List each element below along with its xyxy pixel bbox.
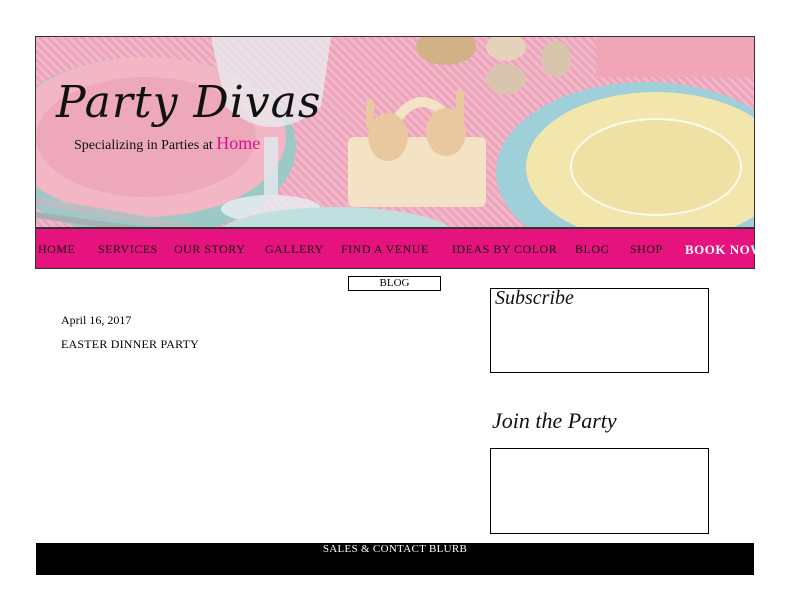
- book-now-button[interactable]: BOOK NOW: [685, 242, 764, 258]
- blog-section-label: BLOG: [348, 276, 441, 291]
- nav-ideas-by-color[interactable]: IDEAS BY COLOR: [452, 242, 557, 257]
- nav-services[interactable]: SERVICES: [98, 242, 158, 257]
- nav-home[interactable]: HOME: [38, 242, 75, 257]
- footer: SALES & CONTACT BLURB: [36, 543, 754, 575]
- main-navigation: HOME SERVICES OUR STORY GALLERY FIND A V…: [35, 228, 763, 269]
- subscribe-widget[interactable]: Subscribe: [490, 287, 709, 373]
- post-title-link[interactable]: EASTER DINNER PARTY: [61, 337, 199, 352]
- nav-gallery[interactable]: GALLERY: [265, 242, 324, 257]
- hero-banner: Party Divas Specializing in Parties at H…: [35, 36, 755, 228]
- post-date: April 16, 2017: [61, 313, 132, 327]
- join-party-title: Join the Party: [492, 408, 617, 433]
- nav-our-story[interactable]: OUR STORY: [174, 242, 245, 257]
- join-party-widget[interactable]: [490, 448, 709, 534]
- nav-blog[interactable]: BLOG: [575, 242, 610, 257]
- footer-blurb: SALES & CONTACT BLURB: [322, 543, 468, 555]
- site-logo-title[interactable]: Party Divas: [56, 77, 321, 128]
- nav-shop[interactable]: SHOP: [630, 242, 663, 257]
- tagline-highlight: Home: [216, 133, 261, 153]
- site-tagline: Specializing in Parties at Home: [74, 133, 260, 154]
- nav-find-a-venue[interactable]: FIND A VENUE: [341, 242, 429, 257]
- subscribe-title: Subscribe: [495, 287, 574, 309]
- tagline-prefix: Specializing in Parties at: [74, 138, 213, 153]
